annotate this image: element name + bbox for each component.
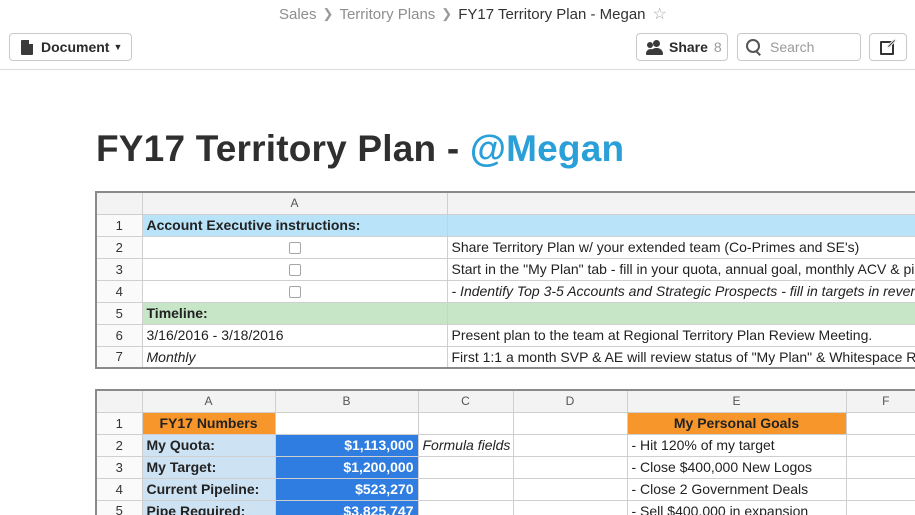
row-number[interactable]: 2	[95, 235, 143, 259]
mention-megan[interactable]: @Megan	[470, 128, 624, 169]
cell[interactable]	[845, 477, 915, 501]
cell[interactable]: FY17 Numbers	[141, 411, 276, 435]
row-number[interactable]: 4	[95, 279, 143, 303]
share-label: Share	[669, 39, 708, 55]
row-number[interactable]: 5	[95, 499, 143, 515]
column-header[interactable]: F	[845, 389, 915, 413]
star-icon[interactable]: ☆	[653, 4, 667, 24]
cell[interactable]: My Quota:	[141, 433, 276, 457]
share-button[interactable]: Share 8	[636, 33, 728, 61]
row-number[interactable]: 3	[95, 257, 143, 281]
cell[interactable]	[141, 235, 448, 259]
cell[interactable]: Timeline:	[141, 301, 448, 325]
column-header[interactable]	[446, 191, 915, 215]
numbers-sheet[interactable]: A B C D E F 1 FY17 Numbers My Personal G…	[95, 389, 915, 515]
cell[interactable]: - Close $400,000 New Logos	[626, 455, 847, 479]
column-header[interactable]: D	[512, 389, 628, 413]
chevron-right-icon: ❯	[322, 6, 334, 21]
cell[interactable]	[446, 213, 915, 237]
corner-cell[interactable]	[95, 389, 143, 413]
column-header[interactable]: A	[141, 389, 276, 413]
cell[interactable]: 3/16/2016 - 3/18/2016	[141, 323, 448, 347]
cell[interactable]	[845, 411, 915, 435]
cell[interactable]	[141, 257, 448, 281]
edit-button[interactable]	[869, 33, 907, 61]
page-title-text: FY17 Territory Plan -	[96, 128, 470, 169]
row-number[interactable]: 6	[95, 323, 143, 347]
cell[interactable]: Formula fields	[417, 433, 514, 457]
cell[interactable]: Start in the "My Plan" tab - fill in you…	[446, 257, 915, 281]
cell[interactable]	[512, 411, 628, 435]
search-box[interactable]	[737, 33, 861, 61]
edit-icon	[880, 38, 897, 55]
toolbar-divider	[0, 69, 915, 70]
document-menu-label: Document	[41, 39, 110, 55]
column-header[interactable]: A	[141, 191, 448, 215]
column-header[interactable]: B	[274, 389, 419, 413]
cell[interactable]	[446, 301, 915, 325]
breadcrumb-current: FY17 Territory Plan - Megan	[458, 5, 646, 23]
cell[interactable]: Present plan to the team at Regional Ter…	[446, 323, 915, 347]
cell[interactable]: My Personal Goals	[626, 411, 847, 435]
page-title: FY17 Territory Plan - @Megan	[96, 128, 624, 170]
document-icon	[21, 39, 33, 55]
cell[interactable]	[141, 279, 448, 303]
row-number[interactable]: 4	[95, 477, 143, 501]
cell[interactable]	[417, 499, 514, 515]
row-number[interactable]: 2	[95, 433, 143, 457]
document-menu-button[interactable]: Document ▼	[9, 33, 132, 61]
row-number[interactable]: 1	[95, 213, 143, 237]
cell[interactable]	[845, 455, 915, 479]
task-checkbox[interactable]	[288, 242, 301, 255]
cell[interactable]	[512, 499, 628, 515]
cell[interactable]	[845, 433, 915, 457]
task-checkbox[interactable]	[288, 286, 301, 299]
cell[interactable]	[274, 411, 419, 435]
cell[interactable]: - Sell $400,000 in expansion	[626, 499, 847, 515]
search-icon	[746, 39, 762, 55]
cell[interactable]: - Close 2 Government Deals	[626, 477, 847, 501]
search-input[interactable]	[770, 39, 850, 55]
cell[interactable]	[845, 499, 915, 515]
instructions-sheet[interactable]: A 1 Account Executive instructions: 2 Sh…	[95, 191, 915, 369]
cell[interactable]	[512, 477, 628, 501]
breadcrumb: Sales ❯ Territory Plans ❯ FY17 Territory…	[279, 4, 667, 24]
cell[interactable]: Pipe Required:	[141, 499, 276, 515]
row-number[interactable]: 7	[95, 345, 143, 369]
column-header[interactable]: E	[626, 389, 847, 413]
cell[interactable]	[512, 455, 628, 479]
cell[interactable]	[417, 411, 514, 435]
breadcrumb-item-sales[interactable]: Sales	[279, 6, 317, 23]
people-icon	[646, 39, 666, 55]
cell[interactable]: Current Pipeline:	[141, 477, 276, 501]
cell[interactable]: - Hit 120% of my target	[626, 433, 847, 457]
cell[interactable]: First 1:1 a month SVP & AE will review s…	[446, 345, 915, 369]
cell[interactable]	[512, 433, 628, 457]
row-number[interactable]: 3	[95, 455, 143, 479]
corner-cell[interactable]	[95, 191, 143, 215]
cell[interactable]: Monthly	[141, 345, 448, 369]
cell[interactable]	[417, 455, 514, 479]
row-number[interactable]: 1	[95, 411, 143, 435]
chevron-down-icon: ▼	[113, 42, 123, 52]
cell[interactable]: Share Territory Plan w/ your extended te…	[446, 235, 915, 259]
share-count: 8	[713, 39, 722, 55]
row-number[interactable]: 5	[95, 301, 143, 325]
cell[interactable]: $3,825,747	[274, 499, 419, 515]
breadcrumb-item-territory-plans[interactable]: Territory Plans	[339, 6, 435, 23]
cell[interactable]	[417, 477, 514, 501]
cell[interactable]: My Target:	[141, 455, 276, 479]
chevron-right-icon: ❯	[441, 6, 453, 21]
cell[interactable]: $523,270	[274, 477, 419, 501]
column-header[interactable]: C	[417, 389, 514, 413]
task-checkbox[interactable]	[288, 264, 301, 277]
cell[interactable]: $1,113,000	[274, 433, 419, 457]
cell[interactable]: - Indentify Top 3-5 Accounts and Strateg…	[446, 279, 915, 303]
cell[interactable]: $1,200,000	[274, 455, 419, 479]
cell[interactable]: Account Executive instructions:	[141, 213, 448, 237]
